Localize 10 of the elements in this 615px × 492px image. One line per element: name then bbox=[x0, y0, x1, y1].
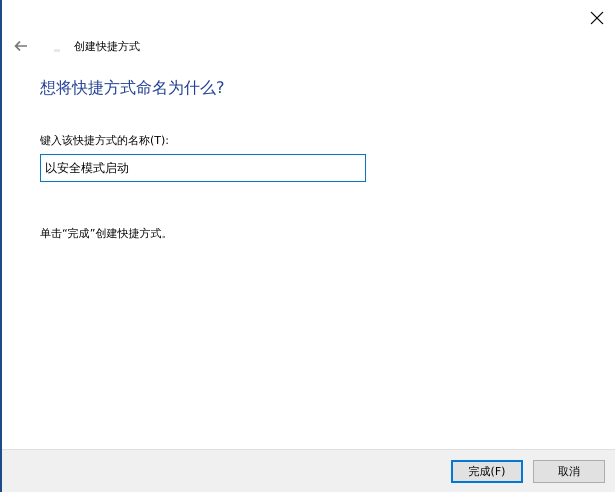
field-label: 键入该快捷方式的名称(T): bbox=[40, 133, 170, 148]
back-button[interactable] bbox=[12, 38, 30, 54]
page-heading: 想将快捷方式命名为什么? bbox=[40, 78, 226, 99]
cancel-button[interactable]: 取消 bbox=[533, 460, 605, 482]
shortcut-name-field[interactable]: 以安全模式启动 bbox=[40, 154, 366, 182]
instruction-text: 单击“完成”创建快捷方式。 bbox=[40, 226, 174, 241]
close-icon bbox=[590, 11, 604, 25]
window-title: 创建快捷方式 bbox=[74, 38, 140, 54]
back-arrow-icon bbox=[14, 40, 28, 52]
finish-button[interactable]: 完成(F) bbox=[451, 460, 523, 482]
